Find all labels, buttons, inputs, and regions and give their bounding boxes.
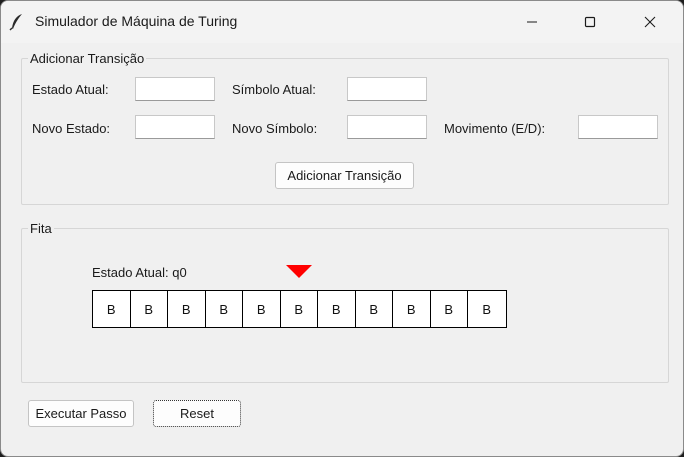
minimize-button[interactable] [509, 1, 555, 43]
tape-cell: B [243, 291, 281, 327]
novo-estado-input[interactable] [135, 115, 215, 139]
tape-cell: B [318, 291, 356, 327]
novo-estado-label: Novo Estado: [32, 121, 111, 136]
tape-cell: B [355, 291, 393, 327]
minimize-icon [527, 21, 537, 23]
tape-cell: B [168, 291, 206, 327]
movimento-label: Movimento (E/D): [444, 121, 546, 136]
close-icon [644, 16, 656, 28]
estado-atual-label: Estado Atual: [32, 82, 109, 97]
maximize-icon [584, 16, 596, 28]
estado-atual-input[interactable] [135, 77, 215, 101]
add-transition-legend: Adicionar Transição [30, 51, 145, 66]
tape-cell: B [205, 291, 243, 327]
reset-button[interactable]: Reset [153, 400, 241, 427]
window-title: Simulador de Máquina de Turing [35, 13, 238, 29]
simbolo-atual-input[interactable] [347, 77, 427, 101]
novo-simbolo-input[interactable] [347, 115, 427, 139]
tape-legend: Fita [30, 221, 52, 236]
title-bar[interactable]: Simulador de Máquina de Turing [1, 1, 683, 43]
novo-simbolo-label: Novo Símbolo: [232, 121, 318, 136]
simbolo-atual-label: Símbolo Atual: [232, 82, 316, 97]
close-button[interactable] [627, 1, 673, 43]
tape-cell: B [393, 291, 431, 327]
current-state-label: Estado Atual: q0 [92, 265, 187, 280]
movimento-input[interactable] [578, 115, 658, 139]
tape-cell: B [468, 291, 506, 327]
tape-cell: B [130, 291, 168, 327]
step-button[interactable]: Executar Passo [28, 400, 134, 427]
add-transition-button[interactable]: Adicionar Transição [275, 162, 414, 189]
tape-cell: B [93, 291, 131, 327]
tape-head-indicator [286, 265, 312, 278]
app-window: Simulador de Máquina de Turing Adicionar… [0, 0, 684, 457]
feather-icon [9, 14, 22, 31]
maximize-button[interactable] [567, 1, 613, 43]
tape-cell-head: B [280, 291, 318, 327]
tape: B B B B B B B B B B B [92, 290, 507, 328]
tape-cell: B [430, 291, 468, 327]
